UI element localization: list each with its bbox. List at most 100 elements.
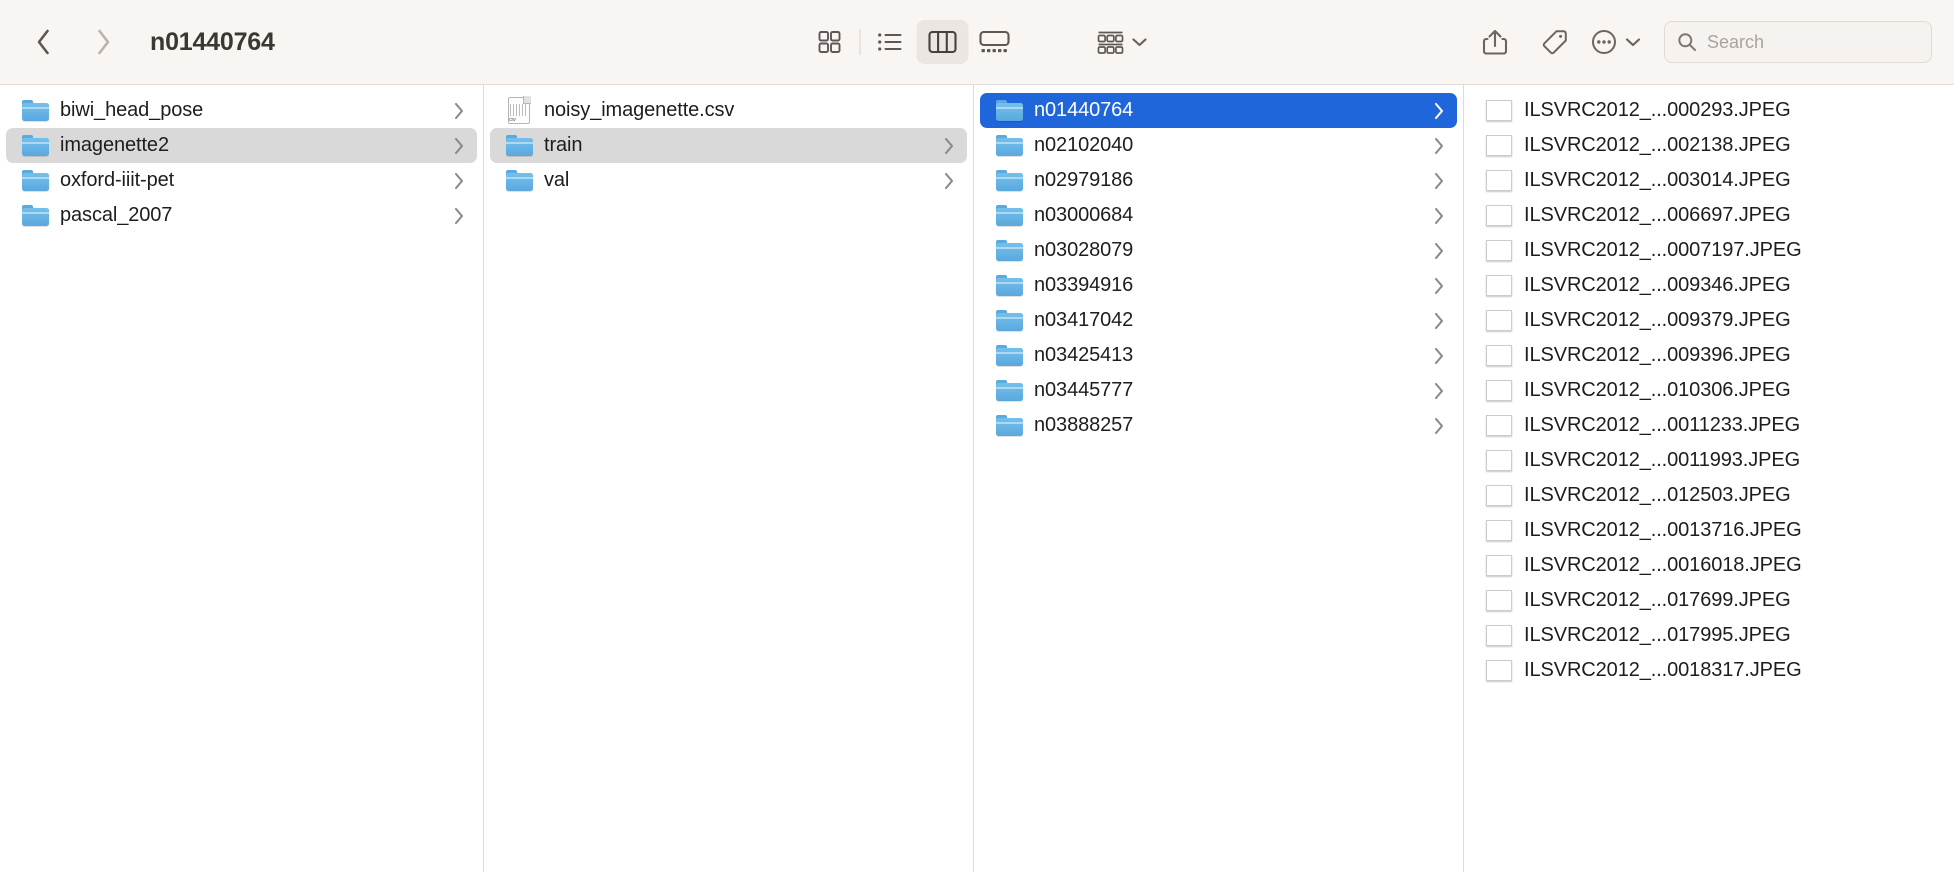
file-row[interactable]: ILSVRC2012_...003014.JPEG (1470, 163, 1948, 198)
file-row[interactable]: n02979186 (980, 163, 1457, 198)
file-row[interactable]: csv noisy_imagenette.csv (490, 93, 967, 128)
disclosure-chevron-icon (944, 137, 954, 154)
file-row[interactable]: ILSVRC2012_...017995.JPEG (1470, 618, 1948, 653)
file-row[interactable]: ILSVRC2012_...0018317.JPEG (1470, 653, 1948, 688)
search-field[interactable]: Search (1664, 21, 1932, 63)
file-row[interactable]: n03028079 (980, 233, 1457, 268)
file-row[interactable]: ILSVRC2012_...0013716.JPEG (1470, 513, 1948, 548)
file-row[interactable]: pascal_2007 (6, 198, 477, 233)
file-name: noisy_imagenette.csv (544, 99, 735, 121)
column-3[interactable]: n01440764 n02102040 n02979186 n03000684 n030… (974, 85, 1464, 872)
file-name: ILSVRC2012_...0018317.JPEG (1524, 659, 1802, 681)
file-row[interactable]: biwi_head_pose (6, 93, 477, 128)
toolbar-right-actions: Search (1466, 20, 1932, 64)
file-row[interactable]: n02102040 (980, 128, 1457, 163)
image-thumbnail-icon (1484, 554, 1514, 578)
file-name: ILSVRC2012_...009379.JPEG (1524, 309, 1791, 331)
csv-file-icon: csv (504, 96, 534, 124)
file-row[interactable]: n01440764 (980, 93, 1457, 128)
file-name: val (544, 169, 570, 191)
share-button[interactable] (1466, 20, 1524, 64)
file-name: n02102040 (1034, 134, 1134, 156)
column-4[interactable]: ILSVRC2012_...000293.JPEG ILSVRC2012_...0… (1464, 85, 1954, 872)
file-row[interactable]: ILSVRC2012_...010306.JPEG (1470, 373, 1948, 408)
file-name: ILSVRC2012_...0007197.JPEG (1524, 239, 1802, 261)
column-view-browser: biwi_head_pose imagenette2 oxford-iiit-pet… (0, 85, 1954, 872)
file-row[interactable]: ILSVRC2012_...009396.JPEG (1470, 338, 1948, 373)
folder-icon (994, 134, 1024, 158)
file-name: imagenette2 (60, 134, 169, 156)
image-thumbnail-icon (1484, 169, 1514, 193)
disclosure-chevron-icon (1434, 277, 1444, 294)
file-row[interactable]: n03445777 (980, 373, 1457, 408)
folder-icon (504, 169, 534, 193)
tags-button[interactable] (1526, 20, 1584, 64)
column-2[interactable]: csv noisy_imagenette.csvtrain val (484, 85, 974, 872)
file-name: ILSVRC2012_...002138.JPEG (1524, 134, 1791, 156)
file-row[interactable]: n03394916 (980, 268, 1457, 303)
file-row[interactable]: val (490, 163, 967, 198)
file-row[interactable]: train (490, 128, 967, 163)
file-row[interactable]: ILSVRC2012_...017699.JPEG (1470, 583, 1948, 618)
column-view-button[interactable] (916, 20, 969, 64)
file-row[interactable]: ILSVRC2012_...0016018.JPEG (1470, 548, 1948, 583)
chevron-left-icon (37, 29, 49, 55)
gallery-view-button[interactable] (969, 20, 1021, 64)
disclosure-chevron-icon (1434, 382, 1444, 399)
image-thumbnail-icon (1484, 624, 1514, 648)
file-row[interactable]: ILSVRC2012_...000293.JPEG (1470, 93, 1948, 128)
column-view-icon (928, 30, 957, 54)
file-row[interactable]: n03425413 (980, 338, 1457, 373)
disclosure-chevron-icon (944, 172, 954, 189)
file-name: n03028079 (1034, 239, 1134, 261)
tag-icon (1542, 30, 1567, 55)
file-row[interactable]: imagenette2 (6, 128, 477, 163)
file-row[interactable]: ILSVRC2012_...009379.JPEG (1470, 303, 1948, 338)
back-button[interactable] (30, 25, 56, 59)
ellipsis-circle-icon (1591, 30, 1616, 54)
image-thumbnail-icon (1484, 659, 1514, 683)
file-name: ILSVRC2012_...0013716.JPEG (1524, 519, 1802, 541)
file-row[interactable]: ILSVRC2012_...002138.JPEG (1470, 128, 1948, 163)
gallery-view-icon (979, 30, 1010, 53)
image-thumbnail-icon (1484, 309, 1514, 333)
image-thumbnail-icon (1484, 589, 1514, 613)
navigation-buttons (30, 25, 116, 59)
folder-icon (994, 309, 1024, 333)
file-name: train (544, 134, 583, 156)
list-view-icon (878, 33, 902, 51)
list-view-button[interactable] (865, 20, 917, 64)
group-by-button[interactable] (1093, 20, 1151, 64)
file-row[interactable]: oxford-iiit-pet (6, 163, 477, 198)
file-row[interactable]: n03888257 (980, 408, 1457, 443)
file-name: ILSVRC2012_...003014.JPEG (1524, 169, 1791, 191)
icon-view-button[interactable] (804, 20, 856, 64)
file-row[interactable]: ILSVRC2012_...0007197.JPEG (1470, 233, 1948, 268)
file-name: n01440764 (1034, 99, 1134, 121)
column-1[interactable]: biwi_head_pose imagenette2 oxford-iiit-pet… (0, 85, 484, 872)
disclosure-chevron-icon (1434, 172, 1444, 189)
file-row[interactable]: ILSVRC2012_...006697.JPEG (1470, 198, 1948, 233)
share-icon (1482, 29, 1508, 55)
file-name: n03000684 (1034, 204, 1134, 226)
file-name: ILSVRC2012_...009396.JPEG (1524, 344, 1791, 366)
file-name: n03425413 (1034, 344, 1134, 366)
image-thumbnail-icon (1484, 414, 1514, 438)
chevron-down-icon (1625, 38, 1640, 47)
file-row[interactable]: ILSVRC2012_...0011993.JPEG (1470, 443, 1948, 478)
file-row[interactable]: n03417042 (980, 303, 1457, 338)
file-name: ILSVRC2012_...0016018.JPEG (1524, 554, 1802, 576)
file-name: ILSVRC2012_...012503.JPEG (1524, 484, 1791, 506)
file-name: ILSVRC2012_...009346.JPEG (1524, 274, 1791, 296)
image-thumbnail-icon (1484, 379, 1514, 403)
more-options-button[interactable] (1586, 20, 1644, 64)
file-row[interactable]: ILSVRC2012_...0011233.JPEG (1470, 408, 1948, 443)
image-thumbnail-icon (1484, 274, 1514, 298)
file-row[interactable]: n03000684 (980, 198, 1457, 233)
file-name: n03888257 (1034, 414, 1134, 436)
disclosure-chevron-icon (1434, 347, 1444, 364)
file-row[interactable]: ILSVRC2012_...009346.JPEG (1470, 268, 1948, 303)
file-row[interactable]: ILSVRC2012_...012503.JPEG (1470, 478, 1948, 513)
image-thumbnail-icon (1484, 99, 1514, 123)
forward-button[interactable] (90, 25, 116, 59)
